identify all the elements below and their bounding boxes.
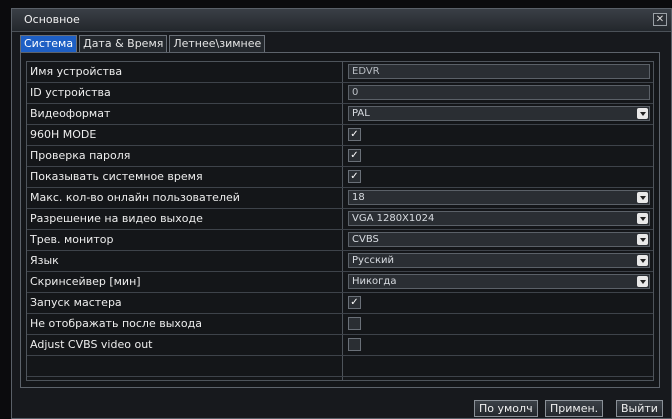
- setting-label: Adjust CVBS video out: [30, 338, 153, 351]
- setting-row: Показывать системное время ✓: [27, 167, 653, 188]
- setting-value: PAL: [352, 108, 370, 119]
- check-icon: ✓: [350, 171, 359, 182]
- window-title: Основное: [24, 13, 80, 26]
- setting-row: Разрешение на видео выходе VGA 1280X1024: [27, 209, 653, 230]
- setting-row: Запуск мастера ✓: [27, 293, 653, 314]
- tab-bar: Система Дата & Время Летнее\зимнее: [20, 35, 267, 53]
- check-icon: ✓: [350, 129, 359, 140]
- default-button[interactable]: По умолч: [474, 400, 538, 417]
- check-icon: ✓: [350, 150, 359, 161]
- empty-row: [27, 356, 653, 377]
- setting-checkbox[interactable]: [348, 317, 361, 330]
- chevron-down-icon[interactable]: [637, 276, 648, 287]
- setting-label: ID устройства: [30, 86, 111, 99]
- setting-label: Разрешение на видео выходе: [30, 212, 203, 225]
- setting-row: 960H MODE ✓: [27, 125, 653, 146]
- close-icon[interactable]: ✕: [653, 13, 667, 26]
- chevron-down-icon[interactable]: [637, 108, 648, 119]
- setting-label: Язык: [30, 254, 59, 267]
- setting-value: 18: [352, 192, 365, 203]
- title-bar: Основное ✕: [12, 9, 671, 32]
- setting-select[interactable]: Русский: [348, 253, 650, 268]
- tab-date-time[interactable]: Дата & Время: [79, 35, 168, 52]
- setting-label: Скринсейвер [мин]: [30, 275, 141, 288]
- setting-row: Adjust CVBS video out: [27, 335, 653, 356]
- setting-label: Макс. кол-во онлайн пользователей: [30, 191, 240, 204]
- setting-label: 960H MODE: [30, 128, 97, 141]
- setting-select[interactable]: Никогда: [348, 274, 650, 289]
- setting-row: Трев. монитор CVBS: [27, 230, 653, 251]
- setting-select[interactable]: VGA 1280X1024: [348, 211, 650, 226]
- setting-row: Не отображать после выхода: [27, 314, 653, 335]
- setting-label: Не отображать после выхода: [30, 317, 202, 330]
- setting-input[interactable]: 0: [348, 85, 650, 100]
- check-icon: ✓: [350, 297, 359, 308]
- setting-value: EDVR: [352, 66, 380, 77]
- apply-button[interactable]: Примен.: [545, 400, 604, 417]
- setting-label: Видеоформат: [30, 107, 111, 120]
- setting-select[interactable]: 18: [348, 190, 650, 205]
- setting-label: Трев. монитор: [30, 233, 114, 246]
- settings-panel: Имя устройства EDVR ID устройства 0 Видеофор…: [20, 52, 660, 388]
- setting-value: Русский: [352, 255, 394, 266]
- setting-row: Макс. кол-во онлайн пользователей 18: [27, 188, 653, 209]
- setting-checkbox[interactable]: ✓: [348, 296, 361, 309]
- setting-checkbox[interactable]: ✓: [348, 170, 361, 183]
- setting-row: Скринсейвер [мин] Никогда: [27, 272, 653, 293]
- setting-value: Никогда: [352, 276, 397, 287]
- setting-value: VGA 1280X1024: [352, 213, 435, 224]
- setting-row: Проверка пароля ✓: [27, 146, 653, 167]
- chevron-down-icon[interactable]: [637, 213, 648, 224]
- setting-value: CVBS: [352, 234, 379, 245]
- setting-label: Проверка пароля: [30, 149, 131, 162]
- setting-checkbox[interactable]: ✓: [348, 128, 361, 141]
- setting-row: Язык Русский: [27, 251, 653, 272]
- setting-label: Запуск мастера: [30, 296, 122, 309]
- chevron-down-icon[interactable]: [637, 192, 648, 203]
- setting-select[interactable]: PAL: [348, 106, 650, 121]
- exit-button[interactable]: Выйти: [616, 400, 663, 417]
- setting-checkbox[interactable]: [348, 338, 361, 351]
- setting-row: Имя устройства EDVR: [27, 62, 653, 83]
- chevron-down-icon[interactable]: [637, 255, 648, 266]
- setting-input[interactable]: EDVR: [348, 64, 650, 79]
- settings-table: Имя устройства EDVR ID устройства 0 Видеофор…: [26, 61, 654, 381]
- setting-value: 0: [352, 87, 359, 98]
- setting-row: Видеоформат PAL: [27, 104, 653, 125]
- setting-checkbox[interactable]: ✓: [348, 149, 361, 162]
- tab-system[interactable]: Система: [20, 35, 78, 52]
- chevron-down-icon[interactable]: [637, 234, 648, 245]
- tab-dst[interactable]: Летнее\зимнее: [169, 35, 266, 52]
- setting-select[interactable]: CVBS: [348, 232, 650, 247]
- setting-label: Показывать системное время: [30, 170, 203, 183]
- setting-row: ID устройства 0: [27, 83, 653, 104]
- setting-label: Имя устройства: [30, 65, 123, 78]
